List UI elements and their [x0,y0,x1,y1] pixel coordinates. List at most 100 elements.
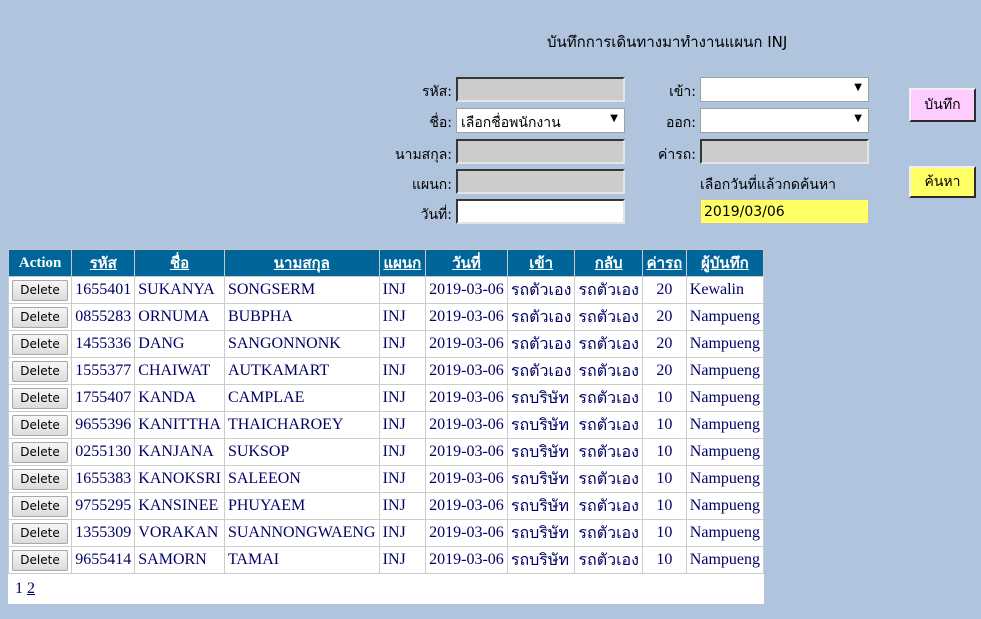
cell-fare: 20 [641,303,687,331]
action-cell: Delete [7,330,73,358]
cell-dept: INJ [378,276,427,304]
chevron-down-icon: ▼ [610,113,618,124]
surname-field[interactable] [456,139,625,164]
sort-link-recorder[interactable]: ผู้บันทึก [701,256,749,272]
sort-link-date[interactable]: วันที่ [452,256,481,272]
delete-button[interactable]: Delete [12,549,68,571]
col-header-fare[interactable]: ค่ารถ [641,249,687,277]
action-cell: Delete [7,438,73,466]
delete-button[interactable]: Delete [12,468,68,490]
cell-date: 2019-03-06 [425,303,508,331]
cell-fare: 10 [641,411,687,439]
table-row: Delete 1655383 KANOKSRI SALEEON INJ 2019… [7,465,765,493]
search-button[interactable]: ค้นหา [909,166,976,198]
cell-fare: 10 [641,465,687,493]
cell-code: 9655414 [71,546,136,574]
delete-button[interactable]: Delete [12,387,68,409]
cell-name: KANSINEE [134,492,225,520]
cell-surname: AUTKAMART [223,357,380,385]
col-header-in[interactable]: เข้า [506,249,576,277]
cell-in: รถตัวเอง [506,303,576,331]
cell-fare: 20 [641,330,687,358]
cell-date: 2019-03-06 [425,492,508,520]
delete-button[interactable]: Delete [12,441,68,463]
surname-label: นามสกุล: [395,147,452,163]
sort-link-out[interactable]: กลับ [595,256,623,272]
dept-label: แผนก: [412,177,452,193]
cell-out: รถตัวเอง [574,411,643,439]
delete-button[interactable]: Delete [12,333,68,355]
cell-out: รถตัวเอง [574,276,643,304]
code-field[interactable] [456,77,625,102]
cell-name: ORNUMA [134,303,225,331]
delete-button[interactable]: Delete [12,360,68,382]
in-select[interactable]: ▼ [700,77,869,102]
cell-surname: SANGONNONK [223,330,380,358]
cell-name: CHAIWAT [134,357,225,385]
out-select[interactable]: ▼ [700,108,869,133]
cell-surname: TAMAI [223,546,380,574]
action-cell: Delete [7,546,73,574]
cell-code: 1455336 [71,330,136,358]
col-header-recorder[interactable]: ผู้บันทึก [685,249,765,277]
col-header-surname[interactable]: นามสกุล [223,249,380,277]
out-label: ออก: [665,115,696,131]
search-date-field[interactable] [700,199,869,224]
cell-recorder: Nampueng [685,384,765,412]
cell-name: DANG [134,330,225,358]
cell-recorder: Nampueng [685,357,765,385]
action-cell: Delete [7,276,73,304]
col-header-name[interactable]: ชื่อ [134,249,225,277]
cell-date: 2019-03-06 [425,465,508,493]
chevron-down-icon: ▼ [854,113,862,124]
cell-fare: 10 [641,438,687,466]
action-cell: Delete [7,465,73,493]
cell-fare: 20 [641,276,687,304]
sort-link-dept[interactable]: แผนก [383,256,421,272]
table-row: Delete 1355309 VORAKAN SUANNONGWAENG INJ… [7,519,765,547]
page-link-2[interactable]: 2 [27,580,35,597]
action-cell: Delete [7,303,73,331]
cell-recorder: Nampueng [685,438,765,466]
cell-in: รถบริษัท [506,411,576,439]
delete-button[interactable]: Delete [12,279,68,301]
cell-out: รถตัวเอง [574,303,643,331]
cell-in: รถตัวเอง [506,276,576,304]
cell-dept: INJ [378,303,427,331]
sort-link-surname[interactable]: นามสกุล [274,256,330,272]
cell-in: รถบริษัท [506,492,576,520]
cell-surname: CAMPLAE [223,384,380,412]
col-header-code[interactable]: รหัส [71,249,136,277]
col-header-out[interactable]: กลับ [574,249,643,277]
col-header-date[interactable]: วันที่ [425,249,508,277]
cell-surname: PHUYAEM [223,492,380,520]
date-field[interactable] [456,199,625,224]
cell-code: 1655401 [71,276,136,304]
sort-link-code[interactable]: รหัส [90,256,117,272]
delete-button[interactable]: Delete [12,495,68,517]
table-row: Delete 1555377 CHAIWAT AUTKAMART INJ 201… [7,357,765,385]
cell-recorder: Nampueng [685,546,765,574]
col-header-dept[interactable]: แผนก [378,249,427,277]
delete-button[interactable]: Delete [12,306,68,328]
cell-date: 2019-03-06 [425,384,508,412]
dept-field[interactable] [456,169,625,194]
cell-out: รถตัวเอง [574,465,643,493]
cell-out: รถตัวเอง [574,492,643,520]
cell-dept: INJ [378,411,427,439]
delete-button[interactable]: Delete [12,414,68,436]
table-row: Delete 0855283 ORNUMA BUBPHA INJ 2019-03… [7,303,765,331]
cell-dept: INJ [378,384,427,412]
sort-link-in[interactable]: เข้า [529,256,553,272]
page-title: บันทึกการเดินทางมาทำงานแผนก INJ [547,33,788,51]
delete-button[interactable]: Delete [12,522,68,544]
cell-surname: SUKSOP [223,438,380,466]
action-cell: Delete [7,519,73,547]
fare-field[interactable] [700,139,869,164]
name-select[interactable]: เลือกชื่อพนักงาน ▼ [456,108,625,133]
cell-code: 1655383 [71,465,136,493]
sort-link-name[interactable]: ชื่อ [170,256,189,272]
save-button[interactable]: บันทึก [909,88,976,122]
sort-link-fare[interactable]: ค่ารถ [647,256,683,272]
cell-out: รถตัวเอง [574,330,643,358]
